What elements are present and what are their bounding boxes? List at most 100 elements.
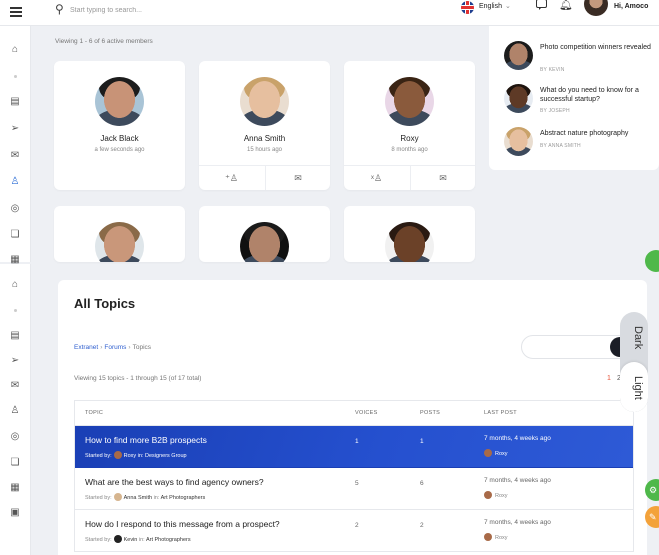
avatar[interactable]	[484, 491, 492, 499]
member-card[interactable]	[54, 206, 185, 262]
send-icon[interactable]: ➢	[7, 353, 23, 369]
avatar[interactable]	[95, 222, 144, 262]
dark-mode-label[interactable]: Dark	[624, 318, 644, 358]
breadcrumb-forums[interactable]: Forums	[104, 344, 126, 351]
add-friend-icon[interactable]: ⁺♙	[199, 166, 264, 190]
post-title[interactable]: What do you need to know for a successfu…	[540, 86, 658, 104]
topic-last-post[interactable]: 7 months, 4 weeks ago	[484, 519, 551, 526]
avatar[interactable]	[504, 41, 533, 70]
card-actions: ⁺♙ ✉	[199, 165, 330, 190]
chevron-down-icon[interactable]: ⌄	[505, 2, 511, 10]
member-last-active: 8 months ago	[391, 147, 428, 153]
search-icon[interactable]: ⚲	[55, 3, 64, 15]
member-card[interactable]: Roxy 8 months ago ˣ♙ ✉	[344, 61, 475, 190]
menu-icon[interactable]	[10, 7, 22, 17]
topic-author[interactable]: Kevin	[124, 537, 138, 543]
avatar[interactable]	[95, 77, 144, 126]
mail-icon[interactable]: ✉	[7, 148, 23, 164]
home-icon[interactable]: ⌂	[7, 42, 23, 58]
settings-icon[interactable]: ⚙	[645, 479, 659, 501]
avatar[interactable]	[504, 84, 533, 113]
avatar[interactable]	[113, 451, 122, 459]
member-name[interactable]: Roxy	[344, 134, 475, 143]
table-row[interactable]: How do I respond to this message from a …	[75, 510, 633, 552]
post-title[interactable]: Abstract nature photography	[540, 129, 658, 138]
last-post-author[interactable]: Roxy	[484, 449, 508, 457]
members-count: Viewing 1 - 6 of 6 active members	[55, 38, 153, 45]
user-greeting[interactable]: Hi, Amoco	[614, 3, 648, 10]
avatar[interactable]	[385, 222, 434, 262]
avatar[interactable]	[504, 127, 533, 156]
last-post-author-name[interactable]: Roxy	[495, 535, 508, 541]
breadcrumb-extranet[interactable]: Extranet	[74, 344, 98, 351]
topic-last-post[interactable]: 7 months, 4 weeks ago	[484, 435, 551, 442]
search-input[interactable]	[70, 3, 270, 17]
broadcast-icon[interactable]: ◎	[7, 429, 23, 445]
in-label: in:	[153, 495, 160, 501]
last-post-author-name[interactable]: Roxy	[495, 451, 508, 457]
remove-friend-icon[interactable]: ˣ♙	[344, 166, 409, 190]
topic-author[interactable]: Roxy	[124, 453, 137, 459]
avatar[interactable]	[484, 533, 492, 541]
edit-icon[interactable]: ✎	[645, 506, 659, 528]
bell-icon[interactable]: 🔔︎	[559, 0, 573, 11]
topic-last-post[interactable]: 7 months, 4 weeks ago	[484, 477, 551, 484]
topic-author[interactable]: Anna Smith	[124, 495, 152, 501]
chat-bubbles-icon[interactable]: ❏	[7, 455, 23, 471]
table-row[interactable]: What are the best ways to find agency ow…	[75, 468, 633, 510]
uk-flag-icon[interactable]	[461, 1, 474, 14]
topic-forum[interactable]: Designers Group	[145, 453, 187, 459]
sidebar: ⌂ ▤ ➢ ✉ ♙ ◎ ❏ ▦ ▣	[0, 264, 31, 555]
floating-action-button[interactable]	[645, 250, 659, 272]
mail-icon[interactable]: ✉	[7, 378, 23, 394]
user-avatar[interactable]	[584, 0, 608, 16]
member-name[interactable]: Anna Smith	[199, 134, 330, 143]
member-card[interactable]	[199, 206, 330, 262]
topic-voices: 5	[355, 480, 359, 487]
light-mode-label[interactable]: Light	[624, 368, 644, 408]
separator-dot	[14, 309, 17, 312]
last-post-author-name[interactable]: Roxy	[495, 493, 508, 499]
topic-title[interactable]: How do I respond to this message from a …	[85, 519, 280, 529]
topic-voices: 2	[355, 522, 359, 529]
member-card[interactable]: Anna Smith 15 hours ago ⁺♙ ✉	[199, 61, 330, 190]
member-card[interactable]: Jack Black a few seconds ago	[54, 61, 185, 190]
send-message-icon[interactable]: ✉	[265, 166, 330, 190]
document-icon[interactable]: ▣	[7, 505, 23, 521]
topic-title[interactable]: How to find more B2B prospects	[85, 435, 207, 445]
member-card[interactable]	[344, 206, 475, 262]
topic-posts: 1	[420, 438, 424, 445]
pagination-page-1[interactable]: 1	[607, 375, 611, 382]
topic-forum[interactable]: Art Photographers	[161, 495, 206, 501]
clipboard-icon[interactable]: ▤	[7, 94, 23, 110]
topics-count: Viewing 15 topics - 1 through 15 (of 17 …	[74, 375, 202, 382]
calendar-icon[interactable]: ▦	[7, 480, 23, 496]
language-selector[interactable]: English	[479, 3, 502, 10]
avatar[interactable]	[385, 77, 434, 126]
messages-icon[interactable]	[536, 0, 547, 10]
topic-title[interactable]: What are the best ways to find agency ow…	[85, 477, 264, 487]
members-icon[interactable]: ♙	[7, 403, 23, 419]
members-icon[interactable]: ♙	[7, 174, 23, 190]
avatar[interactable]	[113, 535, 122, 543]
member-name[interactable]: Jack Black	[54, 134, 185, 143]
topic-posts: 6	[420, 480, 424, 487]
send-message-icon[interactable]: ✉	[410, 166, 475, 190]
sidebar: ⌂ ▤ ➢ ✉ ♙ ◎ ❏ ▦	[0, 26, 31, 265]
home-icon[interactable]: ⌂	[7, 277, 23, 293]
avatar[interactable]	[240, 222, 289, 262]
clipboard-icon[interactable]: ▤	[7, 328, 23, 344]
chat-bubbles-icon[interactable]: ❏	[7, 227, 23, 243]
broadcast-icon[interactable]: ◎	[7, 201, 23, 217]
avatar[interactable]	[240, 77, 289, 126]
last-post-author[interactable]: Roxy	[484, 533, 508, 541]
avatar[interactable]	[113, 493, 122, 501]
avatar[interactable]	[484, 449, 492, 457]
send-icon[interactable]: ➢	[7, 121, 23, 137]
theme-toggle[interactable]: Dark Light	[620, 312, 648, 412]
last-post-author[interactable]: Roxy	[484, 491, 508, 499]
started-by-label: Started by:	[85, 495, 112, 501]
table-row[interactable]: How to find more B2B prospects Started b…	[75, 426, 633, 468]
post-title[interactable]: Photo competition winners revealed	[540, 43, 658, 52]
topic-forum[interactable]: Art Photographers	[146, 537, 191, 543]
